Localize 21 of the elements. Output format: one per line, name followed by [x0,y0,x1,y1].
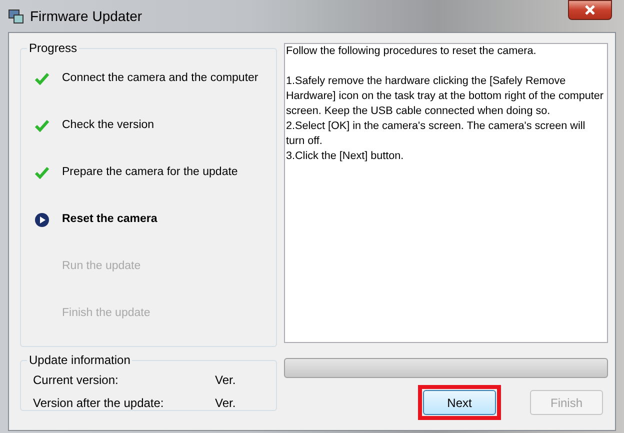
info-value: Ver. [215,372,236,389]
instruction-text: 2.Select [OK] in the camera's screen. The camera's screen will turn off. [286,119,586,149]
step-label: Finish the update [62,306,150,322]
step-label: Prepare the camera for the update [62,165,238,180]
info-label: Current version: [33,372,120,389]
group-title: Update information [28,352,132,369]
instruction-text: Follow the following procedures to reset the camera. [286,44,538,59]
step-label: Run the update [62,259,141,274]
info-value: Ver. [215,395,236,412]
step-label: Connect the camera and the computer [62,71,258,86]
step-label: Reset the camera [62,212,158,228]
close-icon [584,5,596,15]
group-title: Progress [28,40,78,57]
instruction-text: 3.Click the [Next] button. [286,149,405,164]
action-button[interactable]: Next [423,390,496,415]
app-icon [8,8,24,24]
step-label: Check the version [62,118,154,134]
info-label: Version after the update: [33,395,165,412]
close-button[interactable] [568,0,612,20]
instruction-text: 1.Safely remove the hardware clicking the [Safely Remove Hardware] icon on the task tray at the bottom right of the computer screen. Keep the USB cable connected when doing so. [286,74,604,119]
window-title: Firmware Updater [30,6,142,26]
